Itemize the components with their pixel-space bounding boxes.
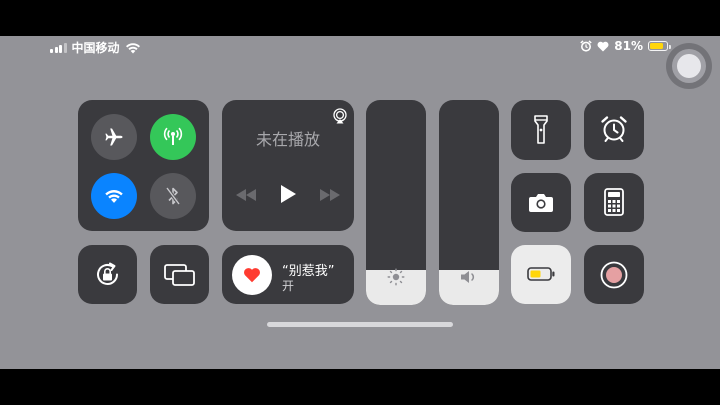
alarm-clock-icon	[601, 116, 627, 142]
volume-slider[interactable]	[439, 100, 499, 305]
camera-icon	[529, 194, 553, 212]
status-bar-right: 81%	[580, 39, 671, 53]
rotation-lock-icon	[97, 262, 118, 285]
cellular-data-button[interactable]	[150, 114, 196, 160]
rewind-icon[interactable]	[236, 189, 256, 201]
battery-percentage: 81%	[614, 39, 643, 53]
wifi-status-icon	[125, 42, 140, 53]
screen-mirroring-icon	[164, 264, 195, 286]
brightness-slider[interactable]	[366, 100, 426, 305]
playback-status: 未在播放	[255, 130, 320, 149]
bluetooth-off-icon	[165, 186, 181, 206]
bluetooth-button[interactable]	[150, 173, 196, 219]
airplay-icon[interactable]	[332, 108, 348, 124]
fast-forward-icon[interactable]	[320, 189, 340, 201]
camera-button[interactable]	[511, 173, 571, 232]
alarm-status-icon	[580, 40, 592, 52]
focus-mode-status: 开	[282, 279, 295, 293]
screen-recording-button[interactable]	[584, 245, 644, 304]
wifi-button[interactable]	[91, 173, 137, 219]
assistive-touch-icon[interactable]	[666, 43, 712, 89]
heart-status-icon	[597, 41, 609, 51]
do-not-disturb-button[interactable]: “别惹我” 开	[222, 245, 354, 304]
focus-mode-icon-container	[232, 255, 272, 295]
record-icon	[600, 261, 628, 289]
rotation-lock-button[interactable]	[78, 245, 137, 304]
low-power-mode-button[interactable]	[511, 245, 571, 304]
speaker-icon	[461, 271, 475, 283]
wifi-icon	[105, 190, 123, 203]
clock-button[interactable]	[584, 100, 644, 160]
play-icon[interactable]	[279, 184, 297, 204]
battery-icon	[527, 267, 555, 281]
home-indicator[interactable]	[267, 322, 453, 327]
flashlight-button[interactable]	[511, 100, 571, 160]
connectivity-panel	[78, 100, 209, 231]
cellular-signal-icon	[50, 42, 67, 53]
calculator-button[interactable]	[584, 173, 644, 232]
status-bar-left: 中国移动	[50, 39, 141, 56]
heart-icon	[244, 268, 260, 283]
screen-mirroring-button[interactable]	[150, 245, 209, 304]
battery-icon	[648, 41, 671, 51]
flashlight-icon	[534, 115, 548, 144]
now-playing-panel[interactable]: 未在播放	[222, 100, 354, 231]
airplane-icon	[105, 128, 123, 146]
airplane-mode-button[interactable]	[91, 114, 137, 160]
carrier-name: 中国移动	[71, 41, 120, 55]
calculator-icon	[604, 188, 624, 216]
cellular-antenna-icon	[163, 127, 183, 145]
sun-icon	[387, 268, 405, 286]
